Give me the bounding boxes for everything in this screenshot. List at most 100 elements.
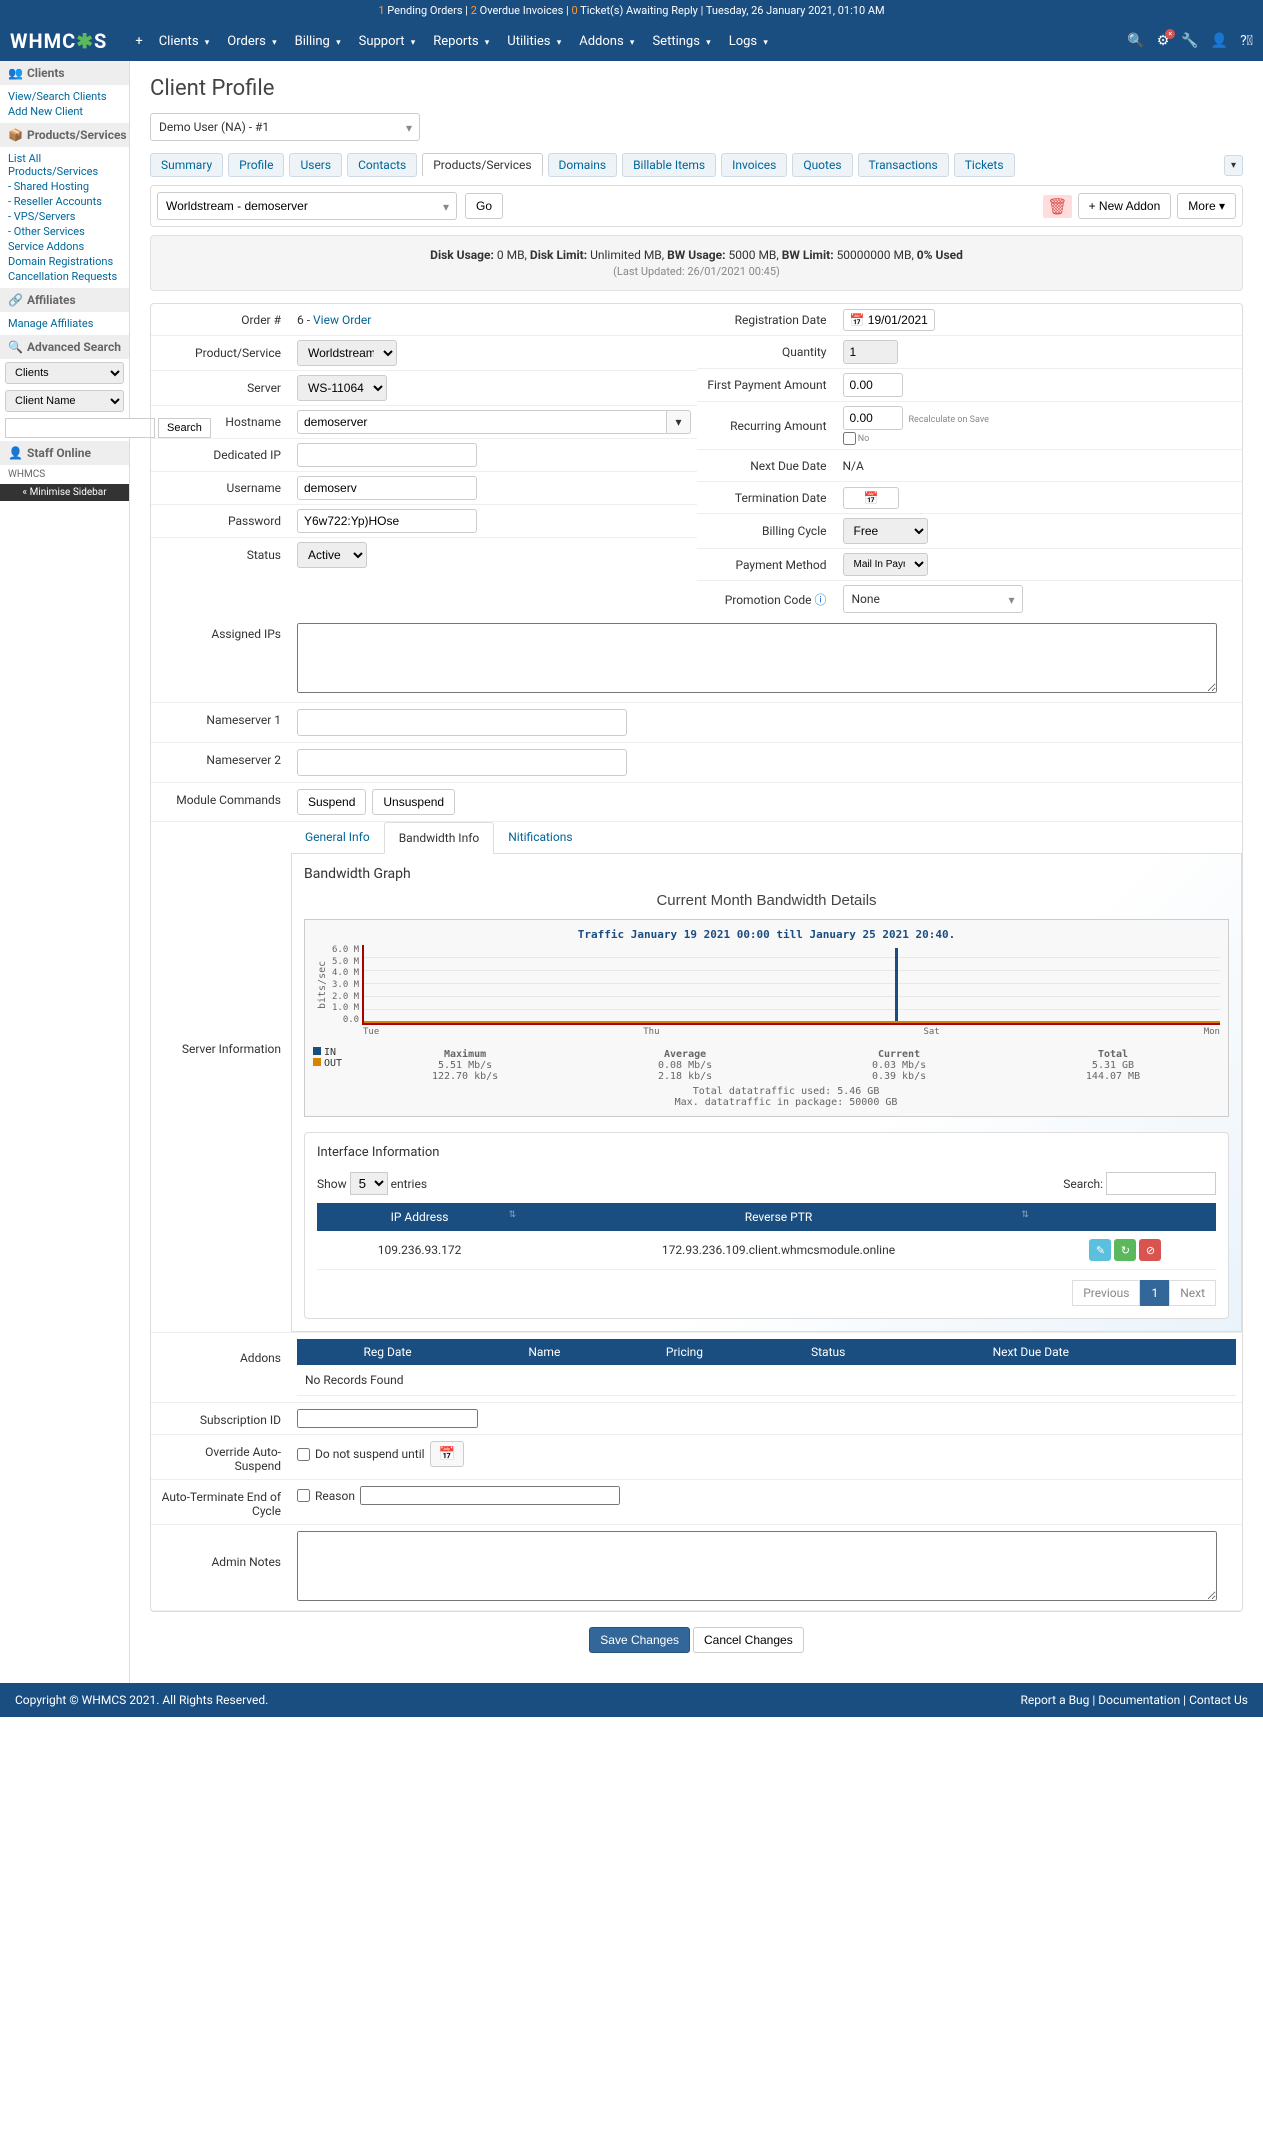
password-input[interactable] <box>297 509 477 533</box>
table-row: 109.236.93.172 172.93.236.109.client.whm… <box>317 1231 1216 1270</box>
client-selector[interactable]: Demo User (NA) - #1 <box>150 113 420 141</box>
tab-tickets[interactable]: Tickets <box>954 153 1015 177</box>
advanced-type-select[interactable]: Clients <box>5 362 124 384</box>
service-selector[interactable] <box>157 192 457 220</box>
more-button[interactable]: More ▾ <box>1177 193 1236 219</box>
recurring-input[interactable] <box>843 406 903 430</box>
sidebar-link[interactable]: - Reseller Accounts <box>8 194 121 209</box>
tab-contacts[interactable]: Contacts <box>347 153 417 177</box>
recalc-checkbox[interactable] <box>843 432 856 445</box>
report-bug-link[interactable]: Report a Bug <box>1020 1693 1089 1707</box>
server-select[interactable]: WS-110648 (1/1 A <box>297 375 387 401</box>
subscription-id-input[interactable] <box>297 1409 478 1428</box>
nameserver2-input[interactable] <box>297 749 627 776</box>
tab-invoices[interactable]: Invoices <box>721 153 787 177</box>
cancel-button[interactable]: Cancel Changes <box>693 1627 804 1653</box>
status-select[interactable]: Active <box>297 542 367 568</box>
suspend-date-button[interactable]: 📅 <box>430 1441 465 1467</box>
dedicated-ip-input[interactable] <box>297 443 477 467</box>
prev-button[interactable]: Previous <box>1072 1280 1140 1306</box>
nav-support[interactable]: Support ▾ <box>351 24 424 59</box>
tab-quotes[interactable]: Quotes <box>792 153 852 177</box>
hostname-dropdown[interactable]: ▾ <box>667 410 690 434</box>
tab-summary[interactable]: Summary <box>150 153 223 177</box>
documentation-link[interactable]: Documentation <box>1098 1693 1180 1707</box>
nameserver1-input[interactable] <box>297 709 627 736</box>
subtab-generalinfo[interactable]: General Info <box>291 822 384 853</box>
sidebar-link[interactable]: - VPS/Servers <box>8 209 121 224</box>
sidebar-link[interactable]: Manage Affiliates <box>8 316 121 331</box>
wrench-icon[interactable]: 🔧 <box>1181 33 1198 49</box>
sidebar-clients-header: 👥Clients <box>0 61 129 85</box>
nav-clients[interactable]: Clients ▾ <box>151 24 218 59</box>
sidebar-link[interactable]: Cancellation Requests <box>8 269 121 284</box>
override-suspend-checkbox[interactable] <box>297 1448 310 1461</box>
username-input[interactable] <box>297 476 477 500</box>
view-order-link[interactable]: View Order <box>313 313 371 327</box>
go-button[interactable]: Go <box>465 193 503 219</box>
sidebar-link[interactable]: Domain Registrations <box>8 254 121 269</box>
tab-domains[interactable]: Domains <box>548 153 618 177</box>
unsuspend-button[interactable]: Unsuspend <box>372 789 455 815</box>
delete-icon[interactable]: ⊘ <box>1139 1239 1161 1261</box>
new-addon-button[interactable]: + New Addon <box>1078 193 1172 219</box>
nav-settings[interactable]: Settings ▾ <box>644 24 718 59</box>
sidebar-link[interactable]: Add New Client <box>8 104 121 119</box>
settings-icon[interactable]: ⚙× <box>1157 33 1170 49</box>
tab-profile[interactable]: Profile <box>228 153 284 177</box>
user-icon[interactable]: 👤 <box>1211 33 1228 49</box>
logo[interactable]: WHMC✱S <box>10 29 107 53</box>
reload-icon[interactable]: ↻ <box>1114 1239 1136 1261</box>
nav-orders[interactable]: Orders ▾ <box>219 24 284 59</box>
contact-us-link[interactable]: Contact Us <box>1189 1693 1248 1707</box>
sidebar-advanced-header: 🔍Advanced Search <box>0 335 129 359</box>
sidebar-link[interactable]: List All Products/Services <box>8 151 121 179</box>
payment-method-select[interactable]: Mail In Payment <box>843 553 928 576</box>
tab-overflow[interactable]: ▾ <box>1224 155 1243 176</box>
col-ip[interactable]: IP Address⇅ <box>317 1203 522 1231</box>
save-button[interactable]: Save Changes <box>589 1627 690 1653</box>
subtab-bandwidthinfo[interactable]: Bandwidth Info <box>384 822 495 854</box>
suspend-button[interactable]: Suspend <box>297 789 366 815</box>
termination-date-button[interactable]: 📅 <box>843 487 900 509</box>
sidebar-link[interactable]: Service Addons <box>8 239 121 254</box>
billing-cycle-select[interactable]: Free <box>843 518 928 544</box>
assigned-ips-textarea[interactable] <box>297 623 1217 693</box>
col-ptr[interactable]: Reverse PTR⇅ <box>522 1203 1035 1231</box>
auto-terminate-checkbox[interactable] <box>297 1489 310 1502</box>
nav-addons[interactable]: Addons ▾ <box>571 24 642 59</box>
tab-billableitems[interactable]: Billable Items <box>622 153 716 177</box>
hostname-input[interactable] <box>297 410 667 434</box>
advanced-field-select[interactable]: Client Name <box>5 390 124 412</box>
quantity-input[interactable] <box>843 340 898 364</box>
next-button[interactable]: Next <box>1169 1280 1216 1306</box>
minimise-sidebar[interactable]: « Minimise Sidebar <box>0 484 129 501</box>
delete-icon[interactable]: 🗑 <box>1043 195 1071 218</box>
terminate-reason-input[interactable] <box>360 1486 620 1505</box>
iface-search-input[interactable] <box>1106 1172 1216 1195</box>
sidebar-link[interactable]: View/Search Clients <box>8 89 121 104</box>
nav-logs[interactable]: Logs ▾ <box>721 24 776 59</box>
admin-notes-textarea[interactable] <box>297 1531 1217 1601</box>
subtab-nitifications[interactable]: Nitifications <box>494 822 586 853</box>
help-icon[interactable]: ?⃝ <box>1240 33 1253 49</box>
search-icon[interactable]: 🔍 <box>1127 33 1144 49</box>
edit-icon[interactable]: ✎ <box>1089 1239 1111 1261</box>
bandwidth-chart: Traffic January 19 2021 00:00 till Janua… <box>304 919 1229 1117</box>
sidebar-link[interactable]: - Shared Hosting <box>8 179 121 194</box>
sidebar: 👥Clients View/Search ClientsAdd New Clie… <box>0 61 130 1683</box>
nav-reports[interactable]: Reports ▾ <box>425 24 497 59</box>
sidebar-link[interactable]: - Other Services <box>8 224 121 239</box>
product-select[interactable]: Worldstream <box>297 340 397 366</box>
tab-transactions[interactable]: Transactions <box>858 153 949 177</box>
page-1-button[interactable]: 1 <box>1140 1280 1169 1306</box>
nav-plus[interactable]: + <box>127 24 150 59</box>
promo-select[interactable]: None <box>843 585 1023 613</box>
tab-productsservices[interactable]: Products/Services <box>422 153 542 177</box>
nav-billing[interactable]: Billing ▾ <box>287 24 349 59</box>
entries-select[interactable]: 5 <box>350 1172 388 1195</box>
date-picker-button[interactable]: 📅 19/01/2021 <box>843 309 935 331</box>
tab-users[interactable]: Users <box>289 153 342 177</box>
nav-utilities[interactable]: Utilities ▾ <box>499 24 569 59</box>
first-payment-input[interactable] <box>843 373 903 397</box>
